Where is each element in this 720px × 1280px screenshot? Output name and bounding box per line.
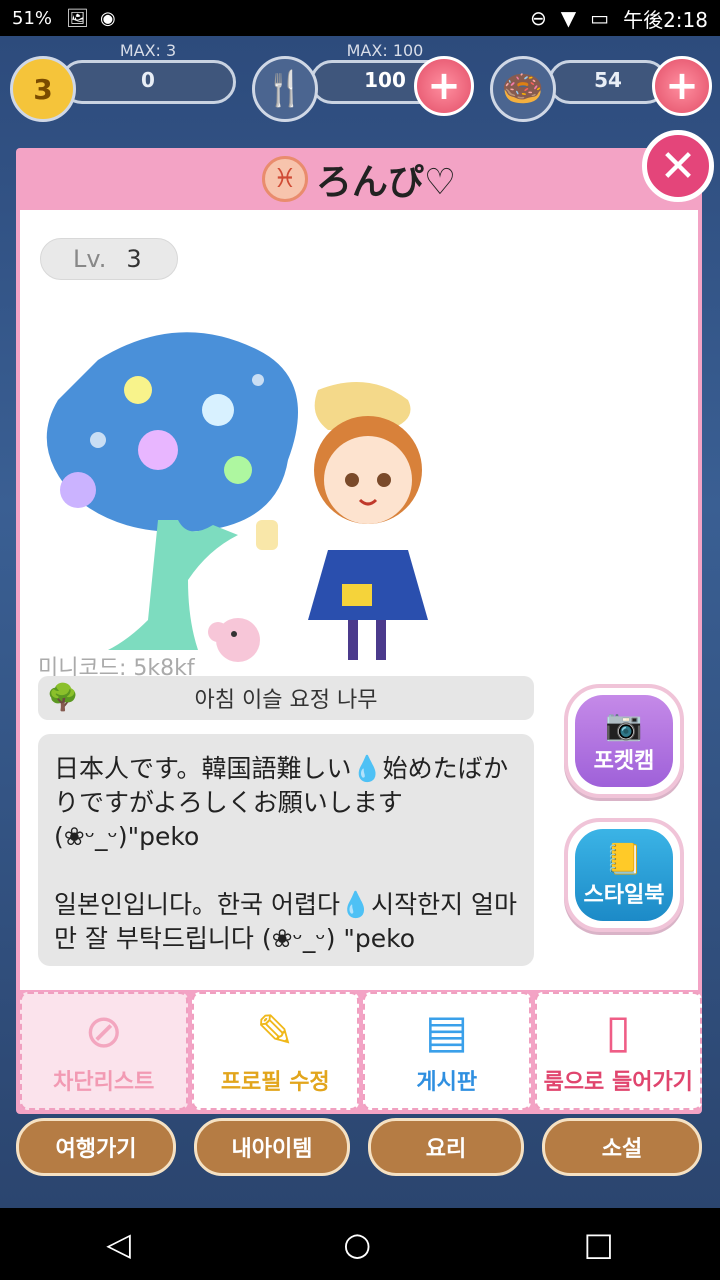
- edit-pencil-icon: ✎: [255, 1004, 295, 1058]
- donut-stat: 54: [548, 60, 668, 104]
- enter-room-label: 룸으로 들어가기: [543, 1070, 693, 1095]
- close-button[interactable]: ✕: [642, 130, 714, 202]
- pocket-cam-button[interactable]: 📷 포켓캠: [564, 684, 684, 798]
- profile-name: ろんぴ♡: [315, 162, 457, 203]
- back-icon[interactable]: ◁: [106, 1225, 131, 1263]
- book-icon: 📒: [605, 841, 643, 877]
- star-icon: 3: [10, 56, 76, 122]
- tree-icon: 🌳: [46, 683, 80, 713]
- style-book-button[interactable]: 📒 스타일북: [564, 818, 684, 932]
- camera-icon: 📷: [605, 707, 643, 743]
- nav-travel[interactable]: 여행가기: [16, 1118, 176, 1176]
- status-bar: 51% 🖼 ◉ ⊖ ▼ ▭ 午後2:18: [0, 0, 720, 36]
- style-book-inner: 📒 스타일북: [575, 829, 673, 921]
- battery-percent-text: 51%: [12, 7, 53, 29]
- door-icon: ▯: [605, 1004, 631, 1058]
- clock: 午後2:18: [623, 7, 708, 32]
- avatar-scene: [46, 332, 428, 662]
- style-book-label: 스타일북: [583, 882, 665, 908]
- modal-header: ♓ ろんぴ♡: [16, 148, 702, 210]
- block-list-label: 차단리스트: [53, 1070, 155, 1095]
- board-label: 게시판: [416, 1070, 478, 1095]
- home-icon[interactable]: ○: [343, 1225, 371, 1263]
- profile-bio: 日本人です。韓国語難しい💧始めたばかりですがよろしくお願いします(❀ᵕ_ᵕ)"p…: [38, 734, 534, 966]
- do-not-disturb-icon: ⊖: [530, 6, 547, 30]
- level-prefix: Lv.: [73, 245, 107, 273]
- donut-icon: 🍩: [490, 56, 556, 122]
- nav-cooking[interactable]: 요리: [368, 1118, 524, 1176]
- fairy-tree-illustration: [46, 332, 298, 650]
- equipped-item-bar[interactable]: 🌳 아침 이슬 요정 나무: [38, 676, 534, 720]
- image-icon: 🖼: [66, 8, 89, 29]
- star-max: MAX: 3: [119, 41, 177, 60]
- add-food-button[interactable]: +: [414, 56, 474, 116]
- notepad-icon: ▤: [425, 1004, 469, 1058]
- pink-poodle-pet: [208, 618, 260, 662]
- edit-profile-button[interactable]: ✎ 프로필 수정: [191, 992, 359, 1110]
- resource-bar: MAX: 3 0 3 MAX: 100 100 🍴 + 54 🍩 +: [0, 36, 720, 122]
- modal-body: Lv. 3 미니코드: 5k8kf 🌳 아침 이슬 요정 나무 日本人です。韓国…: [20, 210, 698, 990]
- level-number: 3: [126, 245, 142, 273]
- level-badge: Lv. 3: [40, 238, 178, 280]
- action-bar: ⊘ 차단리스트 ✎ 프로필 수정 ▤ 게시판 ▯ 룸으로 들어가기: [16, 992, 702, 1114]
- star-level-badge: 3: [33, 72, 53, 106]
- recents-icon[interactable]: □: [584, 1225, 614, 1263]
- donut-value: 54: [594, 68, 622, 92]
- wifi-icon: ▼: [560, 6, 577, 30]
- item-name: 아침 이슬 요정 나무: [194, 688, 378, 713]
- android-nav-bar: ◁ ○ □: [0, 1208, 720, 1280]
- nav-my-items[interactable]: 내아이템: [194, 1118, 350, 1176]
- nav-novel[interactable]: 소설: [542, 1118, 702, 1176]
- pocket-cam-inner: 📷 포켓캠: [575, 695, 673, 787]
- profile-modal: ♓ ろんぴ♡ ✕ Lv. 3 미니코드: 5k8kf 🌳 아침 이슬 요정 나무…: [16, 130, 714, 1114]
- pocket-cam-label: 포켓캠: [593, 748, 655, 774]
- star-value: 0: [141, 68, 155, 92]
- fork-knife-icon: 🍴: [252, 56, 318, 122]
- bottom-game-nav: 여행가기 내아이템 요리 소설: [0, 1108, 720, 1208]
- app-notification-icon: ◉: [100, 8, 116, 29]
- block-list-button[interactable]: ⊘ 차단리스트: [20, 992, 188, 1110]
- edit-profile-label: 프로필 수정: [220, 1070, 330, 1095]
- enter-room-button[interactable]: ▯ 룸으로 들어가기: [534, 992, 702, 1110]
- star-stat: MAX: 3 0: [60, 41, 236, 104]
- zodiac-pisces-icon: ♓: [261, 156, 308, 202]
- prohibited-icon: ⊘: [84, 1004, 124, 1058]
- add-donut-button[interactable]: +: [652, 56, 712, 116]
- battery-icon: ▭: [590, 6, 610, 30]
- board-button[interactable]: ▤ 게시판: [363, 992, 531, 1110]
